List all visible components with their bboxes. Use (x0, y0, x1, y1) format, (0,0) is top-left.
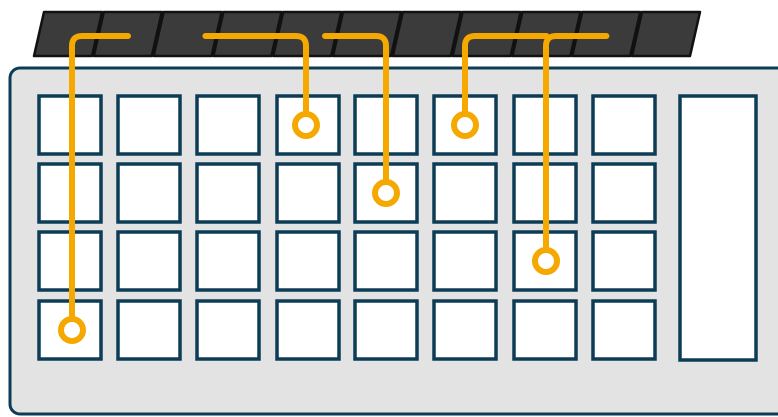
top-key-11 (630, 10, 702, 58)
diagram-svg (8, 10, 778, 416)
grid-cell-r4-c5 (353, 299, 419, 361)
grid-cell-r2-c6 (432, 162, 498, 224)
grid-cell-r3-c8 (591, 230, 657, 292)
trace-endpoint-2 (292, 111, 320, 139)
grid-cell-r2-c2 (116, 162, 182, 224)
trace-endpoint-3 (372, 179, 400, 207)
grid-cell-r3-c3 (195, 230, 261, 292)
grid-cell-r4-c4 (275, 299, 341, 361)
grid-cell-r1-c3 (195, 94, 261, 156)
trace-endpoint-5 (532, 247, 560, 275)
grid-cell-r2-c3 (195, 162, 261, 224)
grid-cell-r4-c3 (195, 299, 261, 361)
top-key-7 (391, 10, 463, 58)
grid-cell-r1-c8 (591, 94, 657, 156)
grid-cell-r4-c7 (512, 299, 578, 361)
grid-cell-r4-c6 (432, 299, 498, 361)
grid-cell-r3-c4 (275, 230, 341, 292)
grid-cell-r4-c2 (116, 299, 182, 361)
grid-cell-r2-c8 (591, 162, 657, 224)
grid-cell-r1-c2 (116, 94, 182, 156)
trace-endpoint-1 (58, 316, 86, 344)
grid-cell-r3-c6 (432, 230, 498, 292)
trace-endpoint-4 (451, 111, 479, 139)
grid-cell-r3-c2 (116, 230, 182, 292)
keyboard-diagram (0, 0, 778, 417)
grid-cell-r3-c5 (353, 230, 419, 292)
grid-cell-r2-c4 (275, 162, 341, 224)
grid-cell-r4-c8 (591, 299, 657, 361)
side-slot (678, 94, 758, 362)
